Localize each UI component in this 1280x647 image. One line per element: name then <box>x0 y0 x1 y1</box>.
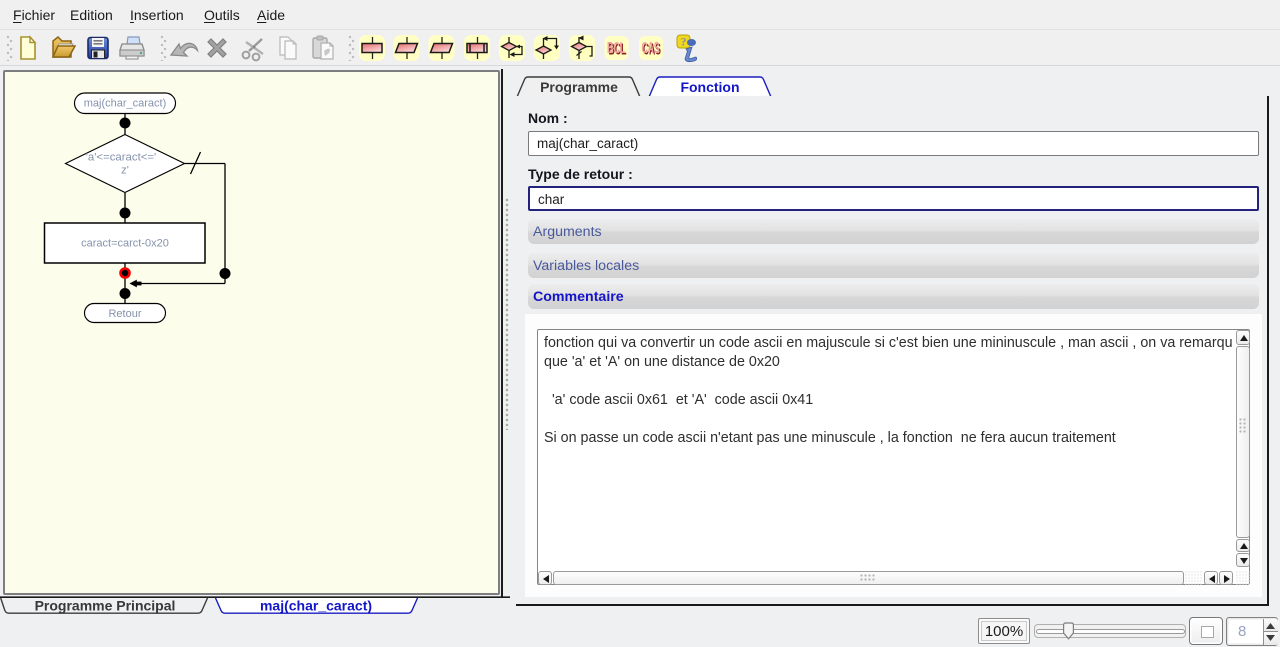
svg-text:Programme: Programme <box>540 79 618 95</box>
svg-text:BCL: BCL <box>607 40 625 57</box>
svg-text:caract=carct-0x20: caract=carct-0x20 <box>81 238 169 250</box>
svg-text:Fonction: Fonction <box>680 79 739 95</box>
svg-text:'a'<=caract<=': 'a'<=caract<=' <box>86 152 157 164</box>
svg-text:Retour: Retour <box>108 308 141 320</box>
svg-text:maj(char_caract): maj(char_caract) <box>260 597 372 613</box>
svg-text:CAS: CAS <box>642 40 660 57</box>
svg-text:maj(char_caract): maj(char_caract) <box>84 98 167 110</box>
svg-text:?: ? <box>681 35 687 49</box>
svg-text:z': z' <box>121 165 129 177</box>
svg-text:Programme Principal: Programme Principal <box>35 597 176 613</box>
